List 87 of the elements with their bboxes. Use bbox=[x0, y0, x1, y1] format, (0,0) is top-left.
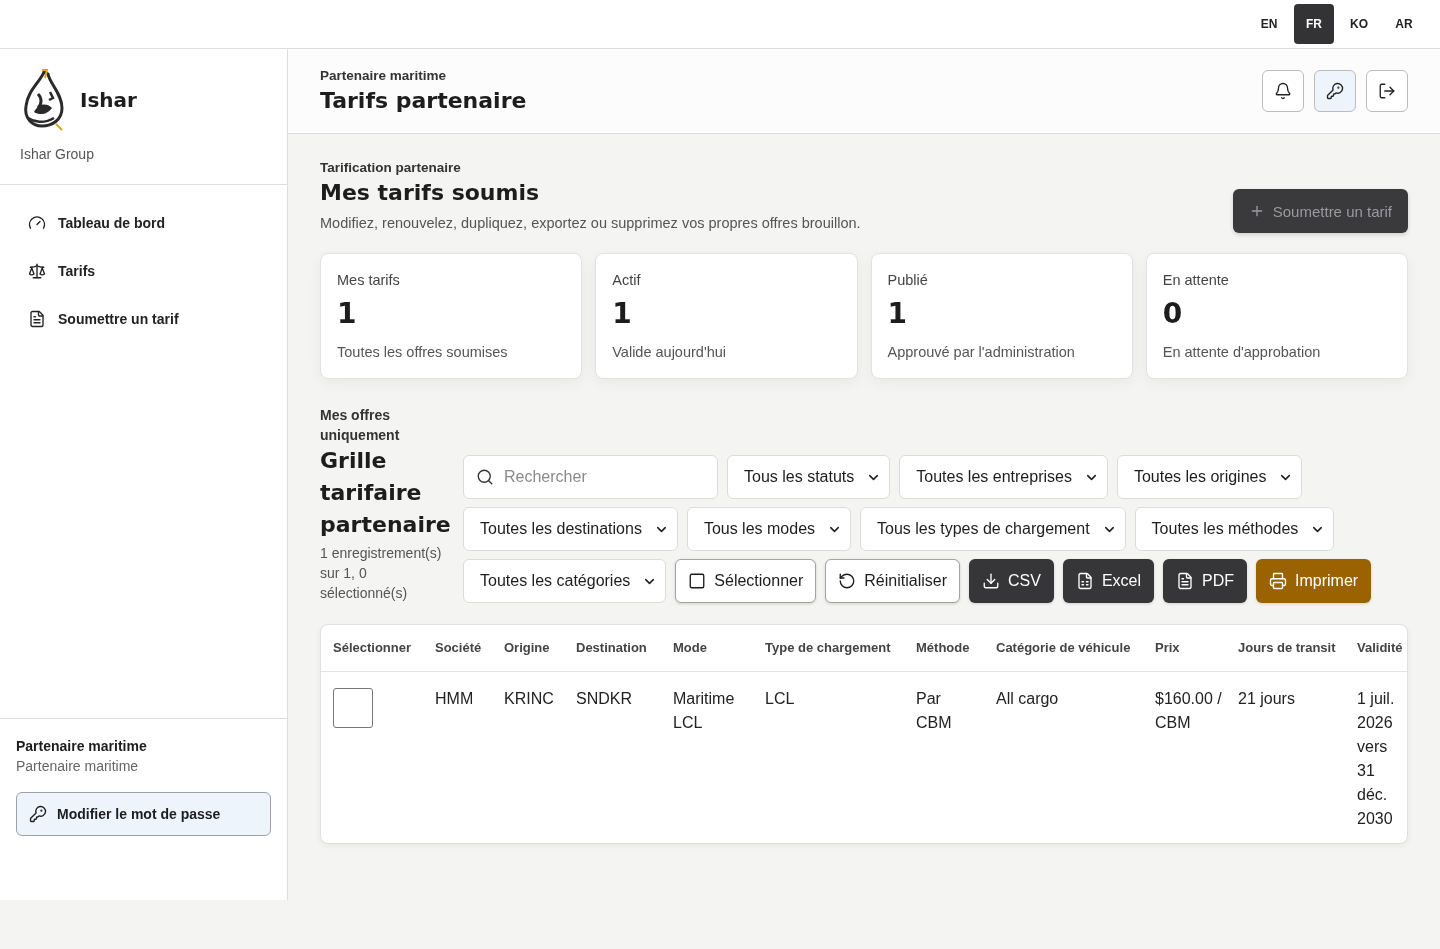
scale-icon bbox=[28, 262, 46, 280]
table-cell: HMM bbox=[423, 671, 492, 843]
printer-icon bbox=[1269, 572, 1287, 590]
section-title: Mes tarifs soumis bbox=[320, 179, 541, 207]
language-tab[interactable]: KO bbox=[1339, 4, 1379, 44]
pdf-export-button[interactable]: PDF bbox=[1163, 559, 1247, 603]
column-header: Catégorie de véhicule bbox=[984, 625, 1143, 671]
filter-dropdown[interactable]: Toutes les méthodes bbox=[1134, 507, 1335, 551]
table-cell: Par CBM bbox=[904, 671, 984, 843]
logout-icon bbox=[1378, 82, 1396, 100]
row-checkbox[interactable] bbox=[333, 687, 373, 728]
sidebar-item[interactable]: Tarifs bbox=[16, 249, 271, 293]
column-header: Sélectionner bbox=[321, 625, 423, 671]
stat-caption: En attente d'approbation bbox=[1162, 343, 1322, 362]
column-header: Origine bbox=[492, 625, 564, 671]
page-title: Tarifs partenaire bbox=[320, 87, 527, 115]
stat-value: 1 bbox=[887, 296, 908, 332]
search-icon bbox=[476, 468, 494, 486]
sidebar-item[interactable]: Soumettre un tarif bbox=[16, 297, 271, 341]
stat-caption: Toutes les offres soumises bbox=[337, 343, 509, 362]
page-eyebrow: Partenaire maritime bbox=[320, 67, 448, 85]
logout-button[interactable] bbox=[1366, 70, 1408, 112]
brand-subtitle: Ishar Group bbox=[20, 146, 94, 162]
password-button[interactable] bbox=[1314, 70, 1356, 112]
stat-value: 1 bbox=[337, 296, 358, 332]
grid-eyebrow: Mes offres uniquement bbox=[320, 406, 401, 445]
gauge-icon bbox=[28, 214, 46, 232]
submit-rate-button[interactable]: Soumettre un tarif bbox=[1232, 189, 1408, 233]
stat-value: 0 bbox=[1162, 296, 1184, 332]
document-icon bbox=[1176, 572, 1194, 590]
table-cell: All cargo bbox=[984, 671, 1143, 843]
stat-label: Publié bbox=[887, 271, 929, 290]
stat-label: Mes tarifs bbox=[337, 271, 401, 290]
language-tab[interactable]: FR bbox=[1294, 4, 1334, 44]
column-header: Type de chargement bbox=[753, 625, 904, 671]
language-tab[interactable]: EN bbox=[1249, 4, 1289, 44]
csv-export-button[interactable]: CSV bbox=[968, 559, 1054, 603]
change-password-button[interactable]: Modifier le mot de passe bbox=[16, 792, 271, 836]
key-icon bbox=[1326, 82, 1344, 100]
reset-icon bbox=[838, 572, 857, 590]
filter-dropdown[interactable]: Tous les statuts bbox=[727, 455, 891, 499]
filter-dropdown[interactable]: Toutes les entreprises bbox=[899, 455, 1108, 499]
user-role: Partenaire maritime bbox=[16, 757, 140, 776]
table-cell: Maritime LCL bbox=[661, 671, 753, 843]
excel-export-button[interactable]: Excel bbox=[1062, 559, 1154, 603]
user-name: Partenaire maritime bbox=[16, 737, 148, 756]
select-all-button[interactable]: Sélectionner bbox=[675, 559, 817, 603]
checkbox-icon bbox=[688, 572, 707, 590]
filter-dropdown[interactable]: Tous les types de chargement bbox=[860, 507, 1126, 551]
column-header: Validité bbox=[1345, 625, 1407, 671]
table-cell: SNDKR bbox=[564, 671, 661, 843]
grid-title: Grille tarifaire partenaire bbox=[320, 447, 451, 539]
spreadsheet-icon bbox=[1075, 572, 1094, 590]
stat-label: En attente bbox=[1162, 271, 1230, 290]
column-header: Prix bbox=[1143, 625, 1226, 671]
stat-label: Actif bbox=[612, 271, 642, 290]
bell-icon bbox=[1274, 82, 1292, 100]
column-header: Méthode bbox=[904, 625, 984, 671]
key-icon bbox=[29, 805, 47, 823]
filter-dropdown[interactable]: Toutes les catégories bbox=[463, 559, 667, 603]
notifications-button[interactable] bbox=[1262, 70, 1304, 112]
print-button[interactable]: Imprimer bbox=[1256, 559, 1372, 603]
column-header: Destination bbox=[564, 625, 661, 671]
download-icon bbox=[981, 572, 1000, 590]
table-cell: $160.00 / CBM bbox=[1143, 671, 1226, 843]
filter-dropdown[interactable]: Tous les modes bbox=[686, 507, 852, 551]
table-cell: 1 juil. 2026 vers 31 déc. 2030 bbox=[1345, 671, 1407, 843]
filter-dropdown[interactable]: Toutes les destinations bbox=[463, 507, 678, 551]
language-tab[interactable]: AR bbox=[1384, 4, 1424, 44]
column-header: Société bbox=[423, 625, 492, 671]
sidebar-item[interactable]: Tableau de bord bbox=[16, 201, 271, 245]
table-cell: LCL bbox=[753, 671, 904, 843]
column-header: Jours de transit bbox=[1226, 625, 1345, 671]
reset-button[interactable]: Réinitialiser bbox=[825, 559, 960, 603]
section-eyebrow: Tarification partenaire bbox=[320, 159, 462, 177]
filter-dropdown[interactable]: Toutes les origines bbox=[1116, 455, 1303, 499]
record-summary: 1 enregistrement(s) sur 1, 0 sélectionné(s) bbox=[320, 544, 443, 603]
table-cell: KRINC bbox=[492, 671, 564, 843]
stat-value: 1 bbox=[612, 296, 633, 332]
brand-name: Ishar bbox=[80, 88, 137, 112]
search-field[interactable]: Rechercher bbox=[463, 455, 718, 499]
table-cell: 21 jours bbox=[1226, 671, 1345, 843]
section-description: Modifiez, renouvelez, dupliquez, exportez ou supprimez vos propres offres brouillon. bbox=[320, 214, 861, 233]
stat-caption: Valide aujourd'hui bbox=[612, 343, 727, 362]
document-icon bbox=[28, 310, 46, 328]
stat-caption: Approuvé par l'administration bbox=[887, 343, 1076, 362]
column-header: Mode bbox=[661, 625, 753, 671]
